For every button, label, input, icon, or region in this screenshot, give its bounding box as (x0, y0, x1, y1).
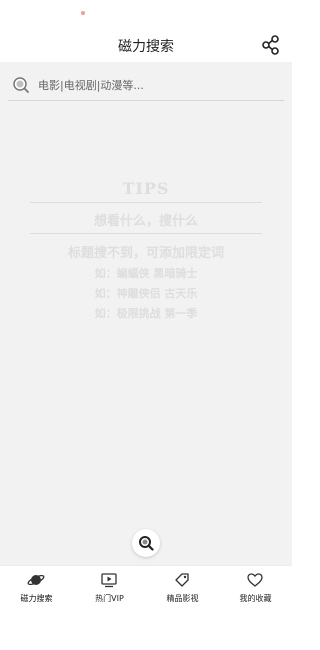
tips-example: 如：神雕侠侣 古天乐 (94, 287, 198, 300)
tips-divider (30, 233, 262, 234)
tab-label: 磁力搜索 (20, 594, 53, 603)
tab-magnet-search[interactable]: 磁力搜索 (0, 566, 73, 608)
bottom-safe-area (0, 608, 292, 650)
magnifier-icon (139, 536, 154, 551)
status-bar (0, 0, 292, 30)
heart-icon (246, 571, 264, 589)
tab-favorites[interactable]: 我的收藏 (219, 566, 292, 608)
tips-hint-qualifier: 标题搜不到，可添加限定词 (67, 246, 224, 261)
tag-icon (173, 571, 191, 589)
search-fab-button[interactable] (132, 529, 160, 557)
main-content: TIPS 想看什么，搜什么 标题搜不到，可添加限定词 如：蝙蝠侠 黑暗骑士 如：… (0, 62, 292, 565)
header: 磁力搜索 (0, 30, 292, 62)
tips-hint: 想看什么，搜什么 (93, 214, 198, 229)
tab-hot-vip[interactable]: 热门VIP (73, 566, 146, 608)
tab-label: 精品影视 (166, 594, 199, 603)
planet-icon (27, 571, 45, 589)
tips-panel: TIPS 想看什么，搜什么 标题搜不到，可添加限定词 如：蝙蝠侠 黑暗骑士 如：… (0, 179, 292, 321)
tips-title: TIPS (122, 179, 170, 198)
page-title: 磁力搜索 (118, 39, 174, 55)
tips-example: 如：极限挑战 第一季 (94, 307, 198, 320)
tab-featured-movies[interactable]: 精品影视 (146, 566, 219, 608)
share-icon[interactable] (260, 34, 282, 56)
bottom-tab-bar: 磁力搜索 热门VIP 精品影视 我的收藏 (0, 565, 292, 608)
search-icon (12, 76, 30, 94)
tab-label: 热门VIP (95, 594, 124, 603)
tab-label: 我的收藏 (239, 594, 272, 603)
tips-divider (30, 202, 262, 203)
search-input[interactable] (38, 74, 274, 96)
notification-dot (81, 11, 85, 15)
search-bar[interactable] (8, 70, 284, 101)
tv-play-icon (100, 571, 118, 589)
tips-example: 如：蝙蝠侠 黑暗骑士 (94, 267, 198, 280)
